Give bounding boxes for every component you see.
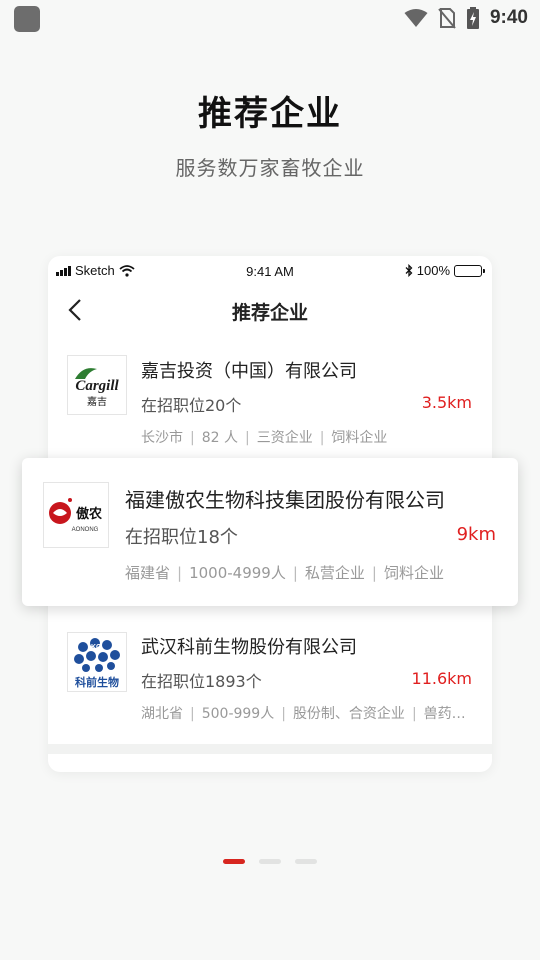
tag-size: 82 人: [201, 430, 238, 446]
system-status-bar: 9:40: [0, 0, 540, 36]
app-notification-icon: [14, 6, 40, 32]
company-name: 嘉吉投资（中国）有限公司: [141, 361, 357, 382]
bluetooth-icon: [405, 264, 413, 277]
company-name: 福建傲农生物科技集团股份有限公司: [125, 488, 445, 512]
keqian-logo-text: 科前生物: [75, 675, 119, 689]
hero-title: 推荐企业: [198, 94, 342, 134]
company-card-keqian[interactable]: KQ 科前生物 武汉科前生物股份有限公司 在招职位1893个 11.6km 湖北…: [48, 618, 492, 742]
page-dot-1[interactable]: [223, 859, 245, 864]
cargill-logo-text: Cargill: [75, 378, 119, 394]
company-logo-aonong: 傲农 AONONG: [43, 482, 109, 548]
company-logo-cargill: Cargill 嘉吉: [67, 355, 127, 415]
tag-location: 福建省: [125, 564, 171, 582]
list-divider: [48, 744, 492, 754]
onboarding-page: 9:40 推荐企业 服务数万家畜牧企业 Sketch 9:41 AM 100% …: [0, 0, 540, 960]
system-clock: 9:40: [489, 7, 528, 28]
aonong-logo-sub: AONONG: [72, 527, 99, 533]
battery-charging-icon: [466, 7, 479, 29]
mock-nav-bar: 推荐企业: [48, 290, 492, 330]
tag-ownership: 股份制、合资企业: [292, 706, 405, 722]
company-tags: 长沙市 | 82 人 | 三资企业 | 饲料企业: [141, 430, 388, 446]
mock-status-bar: Sketch 9:41 AM 100%: [48, 256, 492, 286]
page-dot-3[interactable]: [295, 859, 317, 864]
company-card-aonong[interactable]: 傲农 AONONG 福建傲农生物科技集团股份有限公司 在招职位18个 9km 福…: [22, 458, 518, 606]
system-status-icons: 9:40: [404, 4, 528, 32]
company-card-cargill[interactable]: Cargill 嘉吉 嘉吉投资（中国）有限公司 在招职位20个 3.5km 长沙…: [48, 342, 492, 452]
mock-nav-title: 推荐企业: [231, 302, 308, 324]
tag-location: 长沙市: [141, 430, 183, 446]
aonong-logo-text: 傲农: [76, 506, 102, 522]
tag-industry: 兽药…: [423, 706, 466, 722]
wifi-icon: [404, 9, 428, 27]
no-sim-icon: [438, 8, 456, 29]
hero-subtitle: 服务数万家畜牧企业: [175, 156, 365, 180]
company-logo-keqian: KQ 科前生物: [67, 632, 127, 692]
tag-size: 1000-4999人: [189, 564, 286, 582]
company-distance: 3.5km: [421, 393, 472, 412]
page-dot-2[interactable]: [259, 859, 281, 864]
tag-ownership: 私营企业: [304, 564, 365, 582]
company-open-jobs: 在招职位1893个: [141, 672, 262, 691]
company-open-jobs: 在招职位20个: [141, 396, 242, 415]
company-tags: 湖北省 | 500-999人 | 股份制、合资企业 | 兽药…: [141, 706, 466, 722]
company-open-jobs: 在招职位18个: [125, 527, 238, 548]
tag-location: 湖北省: [141, 706, 183, 722]
tag-industry: 饲料企业: [383, 564, 444, 582]
page-indicator: [0, 859, 540, 864]
keqian-logo-sub: KQ: [91, 644, 102, 651]
tag-industry: 饲料企业: [331, 430, 388, 446]
tag-ownership: 三资企业: [256, 430, 313, 446]
company-tags: 福建省 | 1000-4999人 | 私营企业 | 饲料企业: [125, 564, 444, 582]
company-distance: 9km: [456, 524, 496, 545]
cargill-logo-sub: 嘉吉: [87, 395, 107, 408]
tag-size: 500-999人: [201, 706, 275, 722]
mock-battery-text: 100%: [416, 263, 450, 278]
company-name: 武汉科前生物股份有限公司: [141, 637, 357, 658]
mock-battery-icon: [454, 264, 485, 277]
company-distance: 11.6km: [411, 669, 472, 688]
